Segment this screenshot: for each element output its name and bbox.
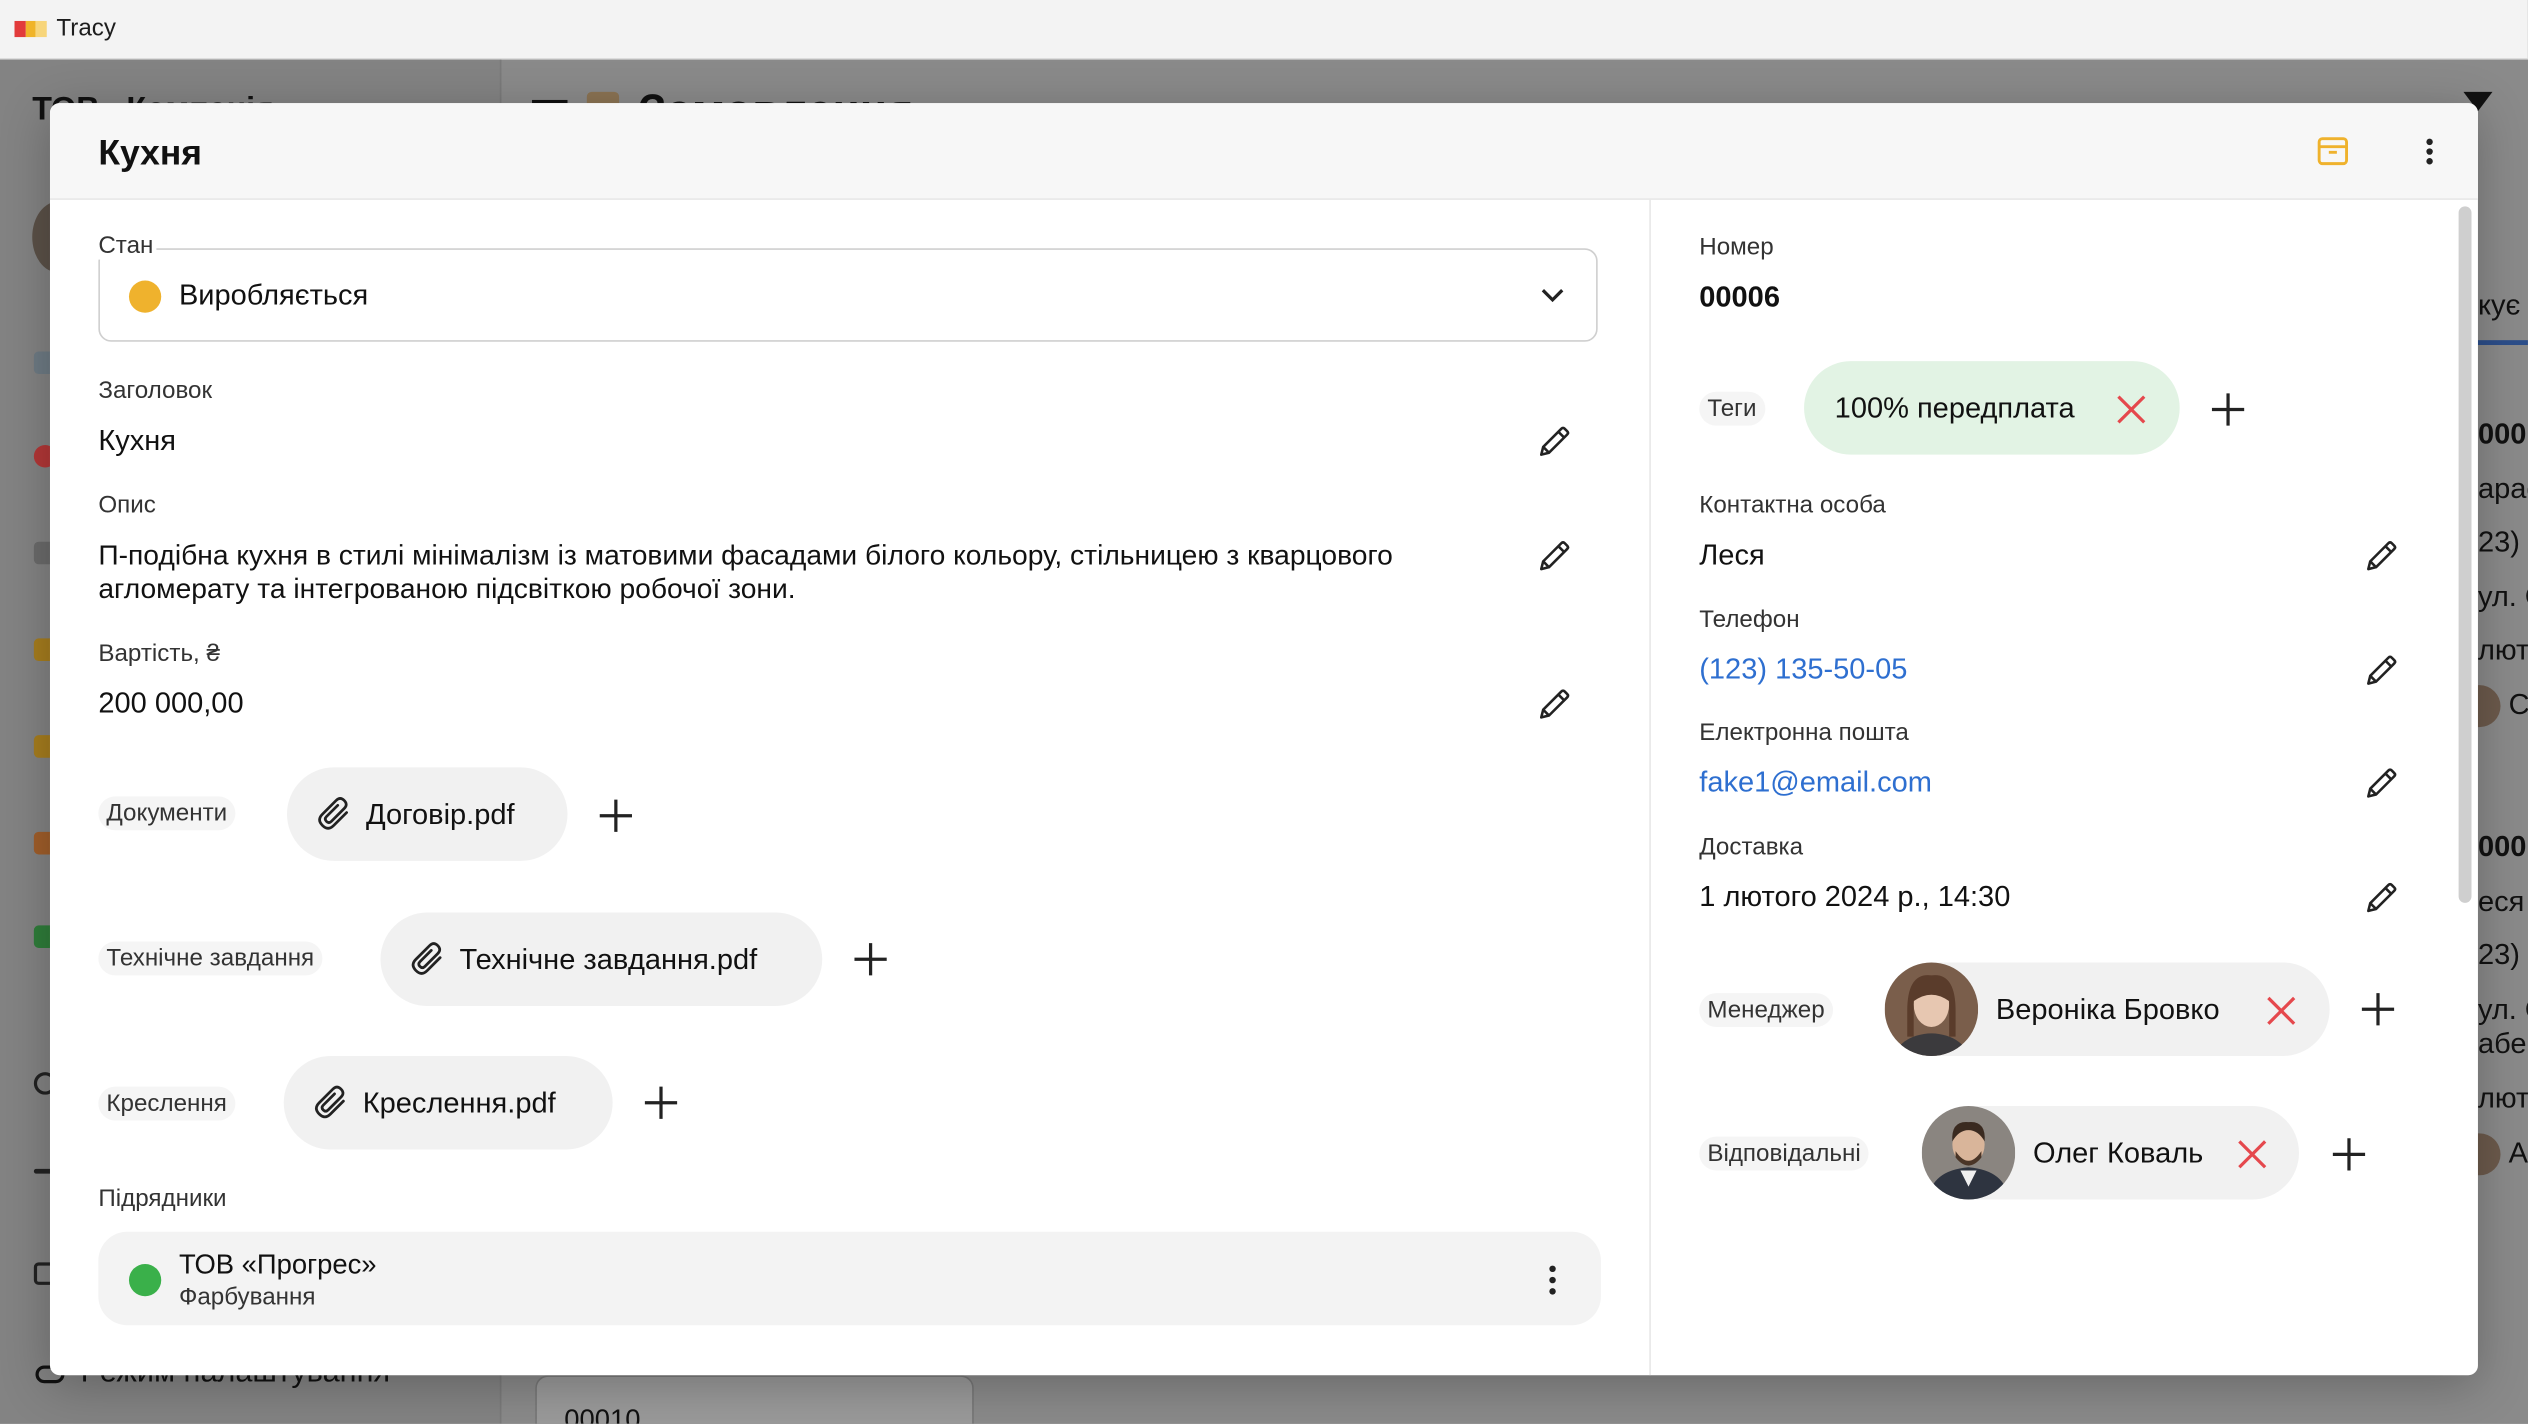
background-fragment: лют — [2477, 1081, 2528, 1115]
background-avatar — [2477, 685, 2501, 728]
manager-avatar-image — [1884, 962, 1979, 1056]
state-color-dot — [128, 280, 162, 313]
responsible-label: Відповідальні — [1699, 1136, 1869, 1171]
state-value: Виробляється — [178, 278, 369, 312]
dialog-title: Кухня — [98, 132, 203, 173]
more-vert-icon[interactable] — [1549, 1265, 1556, 1295]
remove-manager-close-icon[interactable] — [2265, 995, 2297, 1027]
manager-name: Вероніка Бровко — [1995, 993, 2220, 1026]
add-manager-plus-icon[interactable] — [2359, 990, 2398, 1029]
pencil-icon[interactable] — [2363, 538, 2398, 573]
column-divider — [1649, 199, 1651, 1376]
delivery-label: Доставка — [1699, 833, 1804, 861]
background-fragment: ул. О — [2477, 993, 2528, 1026]
more-vert-icon[interactable] — [2413, 135, 2445, 167]
pencil-icon[interactable] — [2363, 766, 2398, 801]
drawings-file-chip[interactable]: Креслення.pdf — [283, 1055, 613, 1150]
remove-tag-close-icon[interactable] — [2115, 393, 2147, 425]
add-drawing-plus-icon[interactable] — [642, 1083, 681, 1122]
state-label: Стан — [95, 232, 157, 260]
chevron-down-icon[interactable] — [1536, 279, 1568, 311]
specs-label: Технічне завдання — [98, 941, 323, 976]
pencil-icon[interactable] — [1536, 687, 1571, 722]
drawings-file-name: Креслення.pdf — [362, 1085, 556, 1119]
specs-file-name: Технічне завдання.pdf — [459, 942, 758, 975]
description-line-1: П-подібна кухня в стилі мінімалізм із ма… — [98, 538, 1393, 571]
dialog-header: Кухня — [49, 103, 2478, 200]
app-logo-icon — [14, 20, 47, 38]
pencil-icon[interactable] — [2363, 653, 2398, 688]
documents-file-name: Договір.pdf — [365, 797, 515, 830]
pencil-icon[interactable] — [2363, 880, 2398, 915]
add-document-plus-icon[interactable] — [597, 796, 636, 835]
documents-label: Документи — [98, 796, 236, 831]
phone-link[interactable]: (123) 135-50-05 — [1699, 653, 1907, 687]
responsible-name: Олег Коваль — [2032, 1136, 2204, 1169]
delivery-value: 1 лютого 2024 р., 14:30 — [1699, 880, 2011, 913]
background-fragment: 23) — [2477, 525, 2520, 558]
contractor-role: Фарбування — [178, 1283, 316, 1311]
responsible-avatar-image — [1921, 1105, 2016, 1200]
pencil-icon[interactable] — [1536, 538, 1571, 573]
background-avatar — [2477, 1133, 2501, 1176]
add-responsible-plus-icon[interactable] — [2330, 1135, 2369, 1174]
contact-value: Леся — [1699, 538, 1765, 571]
window-titlebar: Tracy — [0, 0, 2528, 60]
contact-label: Контактна особа — [1699, 491, 1886, 520]
drawings-label: Креслення — [98, 1086, 235, 1121]
add-specs-plus-icon[interactable] — [851, 940, 890, 979]
pencil-icon[interactable] — [1536, 424, 1571, 459]
paperclip-icon — [314, 795, 353, 834]
background-fragment: лют — [2477, 633, 2528, 666]
tag-text: 100% передплата — [1834, 391, 2075, 425]
paperclip-icon — [311, 1083, 350, 1122]
paperclip-icon — [408, 940, 447, 979]
order-dialog: Кухня Стан Виробляється Заголовок Кухня … — [49, 103, 2478, 1376]
contractors-label: Підрядники — [98, 1184, 227, 1213]
email-label: Електронна пошта — [1699, 719, 1909, 747]
background-tab-underline — [2477, 340, 2528, 346]
phone-label: Телефон — [1699, 606, 1800, 634]
cost-value: 200 000,00 — [98, 686, 244, 720]
documents-file-chip[interactable]: Договір.pdf — [286, 767, 568, 861]
background-fragment: арас — [2477, 472, 2528, 505]
archive-icon[interactable] — [2317, 135, 2349, 166]
background-order-number: 00010 — [564, 1404, 641, 1424]
cost-label: Вартість, ₴ — [98, 640, 220, 668]
background-fragment: 000 — [2477, 830, 2527, 863]
email-link[interactable]: fake1@email.com — [1699, 766, 1932, 800]
scrollbar[interactable] — [2458, 206, 2472, 903]
manager-label: Менеджер — [1699, 993, 1833, 1027]
add-tag-plus-icon[interactable] — [2209, 390, 2248, 429]
contractor-name: ТОВ «Прогрес» — [178, 1249, 377, 1281]
background-fragment: 000 — [2477, 417, 2527, 450]
tags-label: Теги — [1699, 391, 1765, 426]
number-value: 00006 — [1699, 280, 1780, 313]
background-fragment: еся — [2477, 885, 2525, 918]
background-fragment: абе — [2477, 1026, 2527, 1060]
background-fragment: С — [2508, 688, 2528, 721]
window-title: Tracy — [56, 14, 117, 42]
background-fragment: А — [2508, 1136, 2528, 1169]
heading-value: Кухня — [98, 424, 177, 457]
background-fragment: кує — [2477, 288, 2521, 321]
description-line-2: агломерату та інтегрованою підсвіткою ро… — [98, 572, 796, 605]
background-fragment: ул. О — [2477, 580, 2528, 613]
specs-file-chip[interactable]: Технічне завдання.pdf — [380, 912, 823, 1007]
remove-responsible-close-icon[interactable] — [2236, 1138, 2268, 1170]
background-fragment: 23) 1 — [2477, 938, 2528, 971]
contractor-status-dot — [128, 1263, 162, 1297]
number-label: Номер — [1699, 233, 1774, 262]
description-label: Опис — [98, 491, 156, 520]
heading-label: Заголовок — [98, 377, 213, 405]
